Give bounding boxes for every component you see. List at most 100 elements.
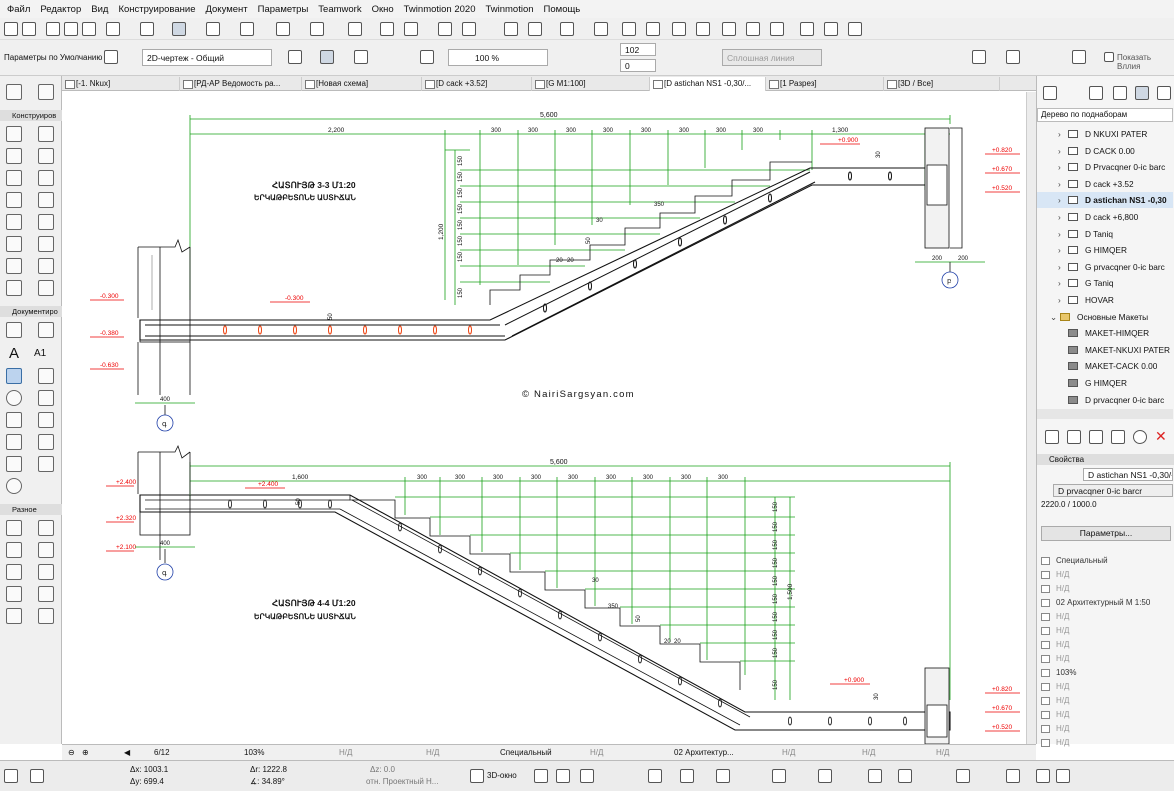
quick-layers-icon[interactable] xyxy=(4,769,18,783)
view-map-select[interactable]: Дерево по поднаборам xyxy=(1037,108,1173,122)
property-row[interactable]: 02 Архитектурный М 1:50 xyxy=(1037,596,1173,610)
zoom-value[interactable]: 103% xyxy=(244,745,264,760)
object-tool-icon[interactable] xyxy=(38,258,54,274)
figure-tool-icon[interactable] xyxy=(6,608,22,624)
tree-item[interactable]: › G HIMQER xyxy=(1037,242,1173,258)
tree-item[interactable]: › D NKUXI PATER xyxy=(1037,126,1173,142)
tree-item[interactable]: › D cack +3.52 xyxy=(1037,176,1173,192)
tab-d-astichan[interactable]: [D astichan NS1 -0,30/... xyxy=(650,77,766,91)
camera-tool-icon[interactable] xyxy=(38,608,54,624)
properties-header[interactable]: Свойства xyxy=(1037,454,1174,465)
project-map-icon[interactable] xyxy=(1089,86,1103,100)
zone-tool-icon[interactable] xyxy=(6,280,22,296)
morph-icon[interactable] xyxy=(848,22,862,36)
property-row[interactable]: Н/Д xyxy=(1037,652,1173,666)
label-tool-icon[interactable]: A1 xyxy=(34,346,58,362)
beam-icon[interactable] xyxy=(746,22,760,36)
wall-tool-icon[interactable] xyxy=(6,126,22,142)
refresh-icon[interactable] xyxy=(1133,430,1147,444)
pointer-icon[interactable] xyxy=(46,22,60,36)
line-tool-icon[interactable] xyxy=(38,368,54,384)
stairs-icon[interactable] xyxy=(672,22,686,36)
chevron-right-icon[interactable]: › xyxy=(1058,209,1061,225)
view-name-field[interactable]: D astichan NS1 -0,30/+3 xyxy=(1083,468,1173,481)
menu-twinmotion[interactable]: Twinmotion xyxy=(480,4,538,15)
hotspot-tool-icon[interactable] xyxy=(38,586,54,602)
door-tool-icon[interactable] xyxy=(38,126,54,142)
tree-item[interactable]: › D astichan NS1 -0,30 xyxy=(1037,192,1173,209)
clone-folder-icon[interactable] xyxy=(1111,430,1125,444)
curtain-panel-tool-icon[interactable] xyxy=(6,542,22,558)
terrain-icon[interactable] xyxy=(646,22,660,36)
order-icon[interactable] xyxy=(560,22,574,36)
drawing-tool-icon[interactable] xyxy=(6,412,22,428)
line-type-select[interactable]: Сплошная линия xyxy=(722,49,822,66)
section-cut-icon[interactable] xyxy=(818,769,832,783)
tab-d-cack[interactable]: [D cack +3.52] xyxy=(422,77,532,91)
status-special[interactable]: Специальный xyxy=(500,745,552,760)
angle-dimension-tool-icon[interactable] xyxy=(38,564,54,580)
fill-background-icon[interactable] xyxy=(1006,50,1020,64)
publisher-icon[interactable] xyxy=(1157,86,1171,100)
menu-options[interactable]: Параметры xyxy=(253,4,314,15)
fill-pattern-icon[interactable] xyxy=(104,50,118,64)
show-all-checkbox[interactable] xyxy=(1104,52,1114,62)
zone-icon[interactable] xyxy=(770,22,784,36)
drawing-canvas[interactable]: 5,600 2,200 1,300 300 300 300 300 300 30… xyxy=(62,92,1036,744)
shell-tool-icon[interactable] xyxy=(38,192,54,208)
chevron-right-icon[interactable]: › xyxy=(1058,143,1061,159)
stretch-icon[interactable] xyxy=(438,22,452,36)
arrow-tool-icon[interactable] xyxy=(6,84,22,100)
layer-combination-select[interactable]: D prvacqner 0-ic barcr xyxy=(1053,484,1173,497)
shadow-icon[interactable] xyxy=(898,769,912,783)
tree-item[interactable]: › G Taniq xyxy=(1037,275,1173,291)
fill-solid-icon[interactable] xyxy=(320,50,334,64)
lamp-tool-icon[interactable] xyxy=(38,542,54,558)
tree-item[interactable]: ⌄ Основные Макеты xyxy=(1037,309,1173,325)
walk-icon[interactable] xyxy=(580,769,594,783)
new-folder-icon[interactable] xyxy=(1089,430,1103,444)
property-row[interactable]: Н/Д xyxy=(1037,624,1173,638)
view-mode-select[interactable]: 2D-чертеж - Общий xyxy=(142,49,272,66)
text-tool-icon[interactable]: A xyxy=(6,346,22,362)
worksheet-tool-icon[interactable] xyxy=(6,456,22,472)
render-icon[interactable] xyxy=(868,769,882,783)
section-misc[interactable]: Разное xyxy=(0,504,62,515)
menu-window[interactable]: Окно xyxy=(367,4,399,15)
property-row[interactable]: Специальный xyxy=(1037,554,1173,568)
tree-item[interactable]: › D cack +6,800 xyxy=(1037,209,1173,225)
status-arch-scale[interactable]: 02 Архитектур... xyxy=(674,745,734,760)
menu-document[interactable]: Документ xyxy=(200,4,252,15)
pan-icon[interactable] xyxy=(680,769,694,783)
column-icon[interactable] xyxy=(722,22,736,36)
level-dimension-tool-icon[interactable] xyxy=(38,322,54,338)
camera-icon[interactable] xyxy=(1072,50,1086,64)
pen-number-input[interactable]: 102 xyxy=(620,43,656,56)
redo-icon[interactable] xyxy=(22,22,36,36)
tab-3d-all[interactable]: [3D / Все] xyxy=(884,77,1000,91)
delete-icon[interactable]: ✕ xyxy=(1155,428,1167,445)
plan-grid-icon[interactable] xyxy=(30,769,44,783)
stair-tool-icon[interactable] xyxy=(6,214,22,230)
tab-nkux[interactable]: [-1. Nkux] xyxy=(62,77,180,91)
polyline-tool-icon[interactable] xyxy=(38,390,54,406)
tree-item[interactable]: › HOVAR xyxy=(1037,292,1173,308)
chevron-right-icon[interactable]: › xyxy=(1058,242,1061,258)
chevron-right-icon[interactable]: › xyxy=(1058,226,1061,242)
save-view-icon[interactable] xyxy=(1067,430,1081,444)
view-cube-icon[interactable] xyxy=(534,769,548,783)
railing-tool-icon[interactable] xyxy=(38,214,54,230)
beam-tool-icon[interactable] xyxy=(6,170,22,186)
tree-item[interactable]: › G prvacqner 0-ic barc xyxy=(1037,259,1173,275)
magic-wand-icon[interactable] xyxy=(64,22,78,36)
tab-new-scheme[interactable]: [Новая схема] xyxy=(302,77,422,91)
markup-icon[interactable] xyxy=(1006,769,1020,783)
chevron-right-icon[interactable]: › xyxy=(1058,275,1061,291)
skylight-tool-icon[interactable] xyxy=(38,280,54,296)
chevron-right-icon[interactable]: › xyxy=(1058,159,1061,175)
dimension-tool-icon[interactable] xyxy=(6,322,22,338)
3d-window-label[interactable]: 3D-окно xyxy=(487,771,517,780)
split-icon[interactable] xyxy=(462,22,476,36)
menu-help[interactable]: Помощь xyxy=(539,4,586,15)
opacity-select[interactable]: 100 % xyxy=(448,49,548,66)
